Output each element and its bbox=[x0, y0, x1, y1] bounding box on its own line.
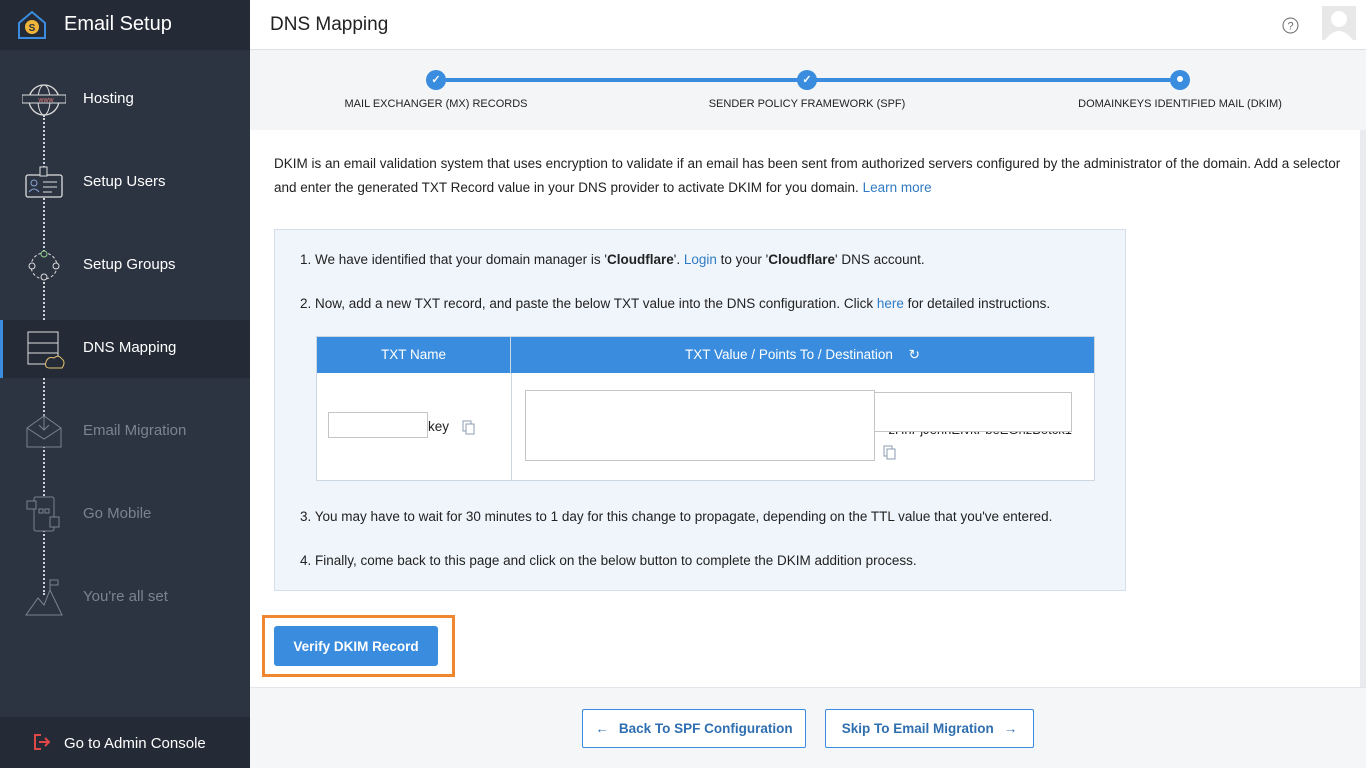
step-label-mx[interactable]: MAIL EXCHANGER (MX) RECORDS bbox=[345, 98, 528, 110]
sidebar-item-label: Email Migration bbox=[83, 422, 187, 439]
sidebar-header: S Email Setup bbox=[0, 0, 250, 50]
login-link[interactable]: Login bbox=[684, 252, 717, 267]
copy-icon[interactable] bbox=[883, 445, 896, 460]
sidebar-item-label: Hosting bbox=[83, 90, 134, 107]
id-card-icon bbox=[25, 166, 63, 198]
arrow-right-icon: → bbox=[1003, 721, 1018, 736]
back-to-spf-button[interactable]: ← Back To SPF Configuration bbox=[582, 709, 806, 748]
help-icon[interactable]: ? bbox=[1282, 17, 1299, 34]
txt-record-table: TXT Name TXT Value / Points To / Destina… bbox=[316, 336, 1095, 481]
sidebar-item-label: Setup Users bbox=[83, 173, 166, 190]
footer-bar bbox=[250, 687, 1366, 768]
globe-www-icon: www bbox=[22, 84, 66, 116]
refresh-icon[interactable]: ↻ bbox=[909, 347, 920, 362]
skip-to-email-migration-button[interactable]: Skip To Email Migration → bbox=[825, 709, 1034, 748]
step-completed-check-icon: ✓ bbox=[797, 70, 817, 90]
sidebar: S Email Setup www Hosting Setup Users Se… bbox=[0, 0, 250, 768]
sidebar-item-setup-groups[interactable]: Setup Groups bbox=[0, 237, 250, 295]
mail-download-icon bbox=[26, 414, 62, 448]
step-label-spf[interactable]: SENDER POLICY FRAMEWORK (SPF) bbox=[709, 98, 906, 110]
dkim-description: DKIM is an email validation system that … bbox=[274, 152, 1344, 200]
verify-dkim-record-button[interactable]: Verify DKIM Record bbox=[274, 626, 438, 666]
page-title: DNS Mapping bbox=[270, 14, 389, 35]
column-header-txt-value: TXT Value / Points To / Destination ↻ bbox=[511, 337, 1094, 373]
intro-text: DKIM is an email validation system that … bbox=[274, 156, 1341, 195]
go-to-admin-console[interactable]: Go to Admin Console bbox=[0, 717, 250, 768]
svg-text:S: S bbox=[29, 23, 36, 34]
dns-cloud-icon bbox=[27, 331, 65, 369]
copy-icon[interactable] bbox=[462, 420, 475, 435]
sidebar-item-label: DNS Mapping bbox=[83, 339, 177, 356]
sidebar-item-email-migration[interactable]: Email Migration bbox=[0, 403, 250, 461]
group-icon bbox=[28, 250, 60, 281]
sidebar-item-label: Setup Groups bbox=[83, 256, 176, 273]
user-avatar-icon[interactable] bbox=[1322, 6, 1356, 40]
instruction-step-4: 4. Finally, come back to this page and c… bbox=[300, 553, 917, 568]
instruction-step-3: 3. You may have to wait for 30 minutes t… bbox=[300, 509, 1053, 524]
svg-text:www: www bbox=[37, 97, 54, 104]
arrow-left-icon: ← bbox=[595, 721, 609, 736]
mountain-flag-icon bbox=[25, 579, 63, 616]
svg-text:?: ? bbox=[1287, 21, 1293, 33]
column-header-txt-name: TXT Name bbox=[317, 337, 511, 373]
sidebar-item-hosting[interactable]: www Hosting bbox=[0, 71, 250, 129]
txt-name-input[interactable] bbox=[328, 412, 428, 438]
instruction-step-2: 2. Now, add a new TXT record, and paste … bbox=[300, 296, 1051, 311]
txt-value-input[interactable] bbox=[874, 392, 1072, 432]
email-setup-logo-icon: S bbox=[18, 10, 46, 39]
mobile-apps-icon bbox=[26, 496, 60, 532]
txt-value-textarea[interactable] bbox=[525, 390, 875, 461]
instruction-step-1: 1. We have identified that your domain m… bbox=[300, 252, 925, 267]
scrollbar[interactable] bbox=[1360, 130, 1366, 687]
exit-icon bbox=[34, 734, 51, 750]
sidebar-item-label: Go Mobile bbox=[83, 505, 152, 522]
step-completed-check-icon: ✓ bbox=[426, 70, 446, 90]
sidebar-item-go-mobile[interactable]: Go Mobile bbox=[0, 486, 250, 544]
dkim-stepper: ✓ ✓ MAIL EXCHANGER (MX) RECORDS SENDER P… bbox=[250, 50, 1366, 130]
instructions-here-link[interactable]: here bbox=[877, 296, 904, 311]
sidebar-item-youre-all-set[interactable]: You're all set bbox=[0, 569, 250, 627]
step-label-dkim[interactable]: DOMAINKEYS IDENTIFIED MAIL (DKIM) bbox=[1078, 98, 1282, 110]
top-bar: DNS Mapping ? bbox=[250, 0, 1366, 50]
step-current-dot-icon bbox=[1170, 70, 1190, 90]
admin-console-label: Go to Admin Console bbox=[64, 735, 206, 752]
app-title: Email Setup bbox=[64, 13, 172, 35]
txt-name-suffix: key bbox=[428, 419, 450, 434]
sidebar-item-dns-mapping[interactable]: DNS Mapping bbox=[0, 320, 250, 378]
learn-more-link[interactable]: Learn more bbox=[863, 180, 932, 195]
sidebar-item-label: You're all set bbox=[83, 588, 168, 605]
sidebar-item-setup-users[interactable]: Setup Users bbox=[0, 154, 250, 212]
